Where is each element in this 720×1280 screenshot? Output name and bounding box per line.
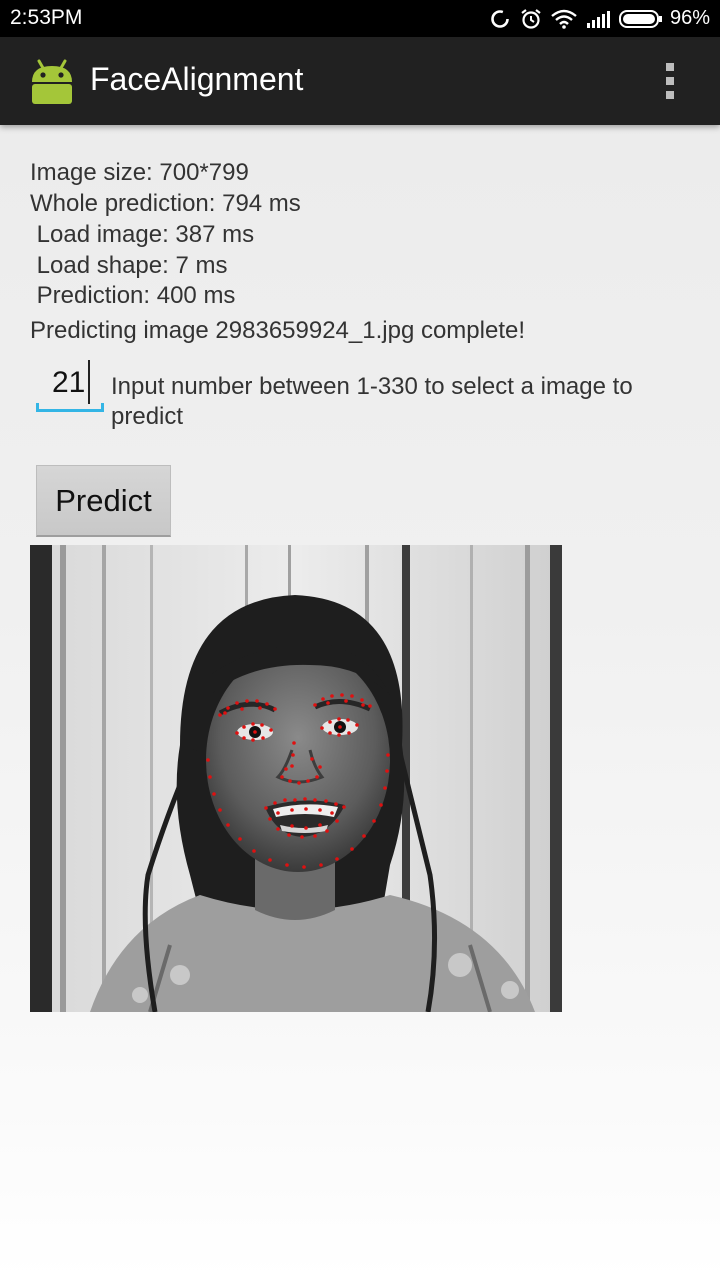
android-icon[interactable]: [26, 55, 78, 107]
status-message: Predicting image 2983659924_1.jpg comple…: [30, 317, 526, 344]
image-size-text: Image size: 700*799: [30, 159, 249, 186]
image-number-input[interactable]: 21: [36, 360, 104, 412]
image-number-hint: Input number between 1-330 to select a i…: [111, 373, 633, 430]
image-number-value: 21: [52, 366, 86, 399]
battery-percent: 96%: [669, 7, 710, 29]
action-bar: FaceAlignment: [0, 37, 720, 125]
overflow-menu-icon[interactable]: [658, 61, 682, 101]
sync-icon: [491, 9, 509, 28]
alarm-icon: [521, 8, 541, 29]
whole-prediction-text: Whole prediction: 794 ms: [30, 190, 301, 217]
predict-button[interactable]: Predict: [36, 465, 171, 537]
signal-icon: [586, 10, 610, 28]
status-icons: 96%: [489, 5, 710, 32]
wifi-icon: [551, 9, 577, 29]
face-photo-illustration: [30, 545, 562, 1012]
prediction-time-text: Prediction: 400 ms: [30, 282, 236, 309]
text-caret: [88, 360, 90, 404]
status-bar: 2:53PM 96%: [0, 0, 720, 37]
load-shape-text: Load shape: 7 ms: [30, 252, 228, 279]
face-landmark-photo: [30, 545, 562, 1012]
app-title: FaceAlignment: [90, 61, 304, 97]
load-image-text: Load image: 387 ms: [30, 221, 255, 248]
status-time: 2:53PM: [10, 6, 83, 29]
battery-icon: [618, 9, 662, 28]
